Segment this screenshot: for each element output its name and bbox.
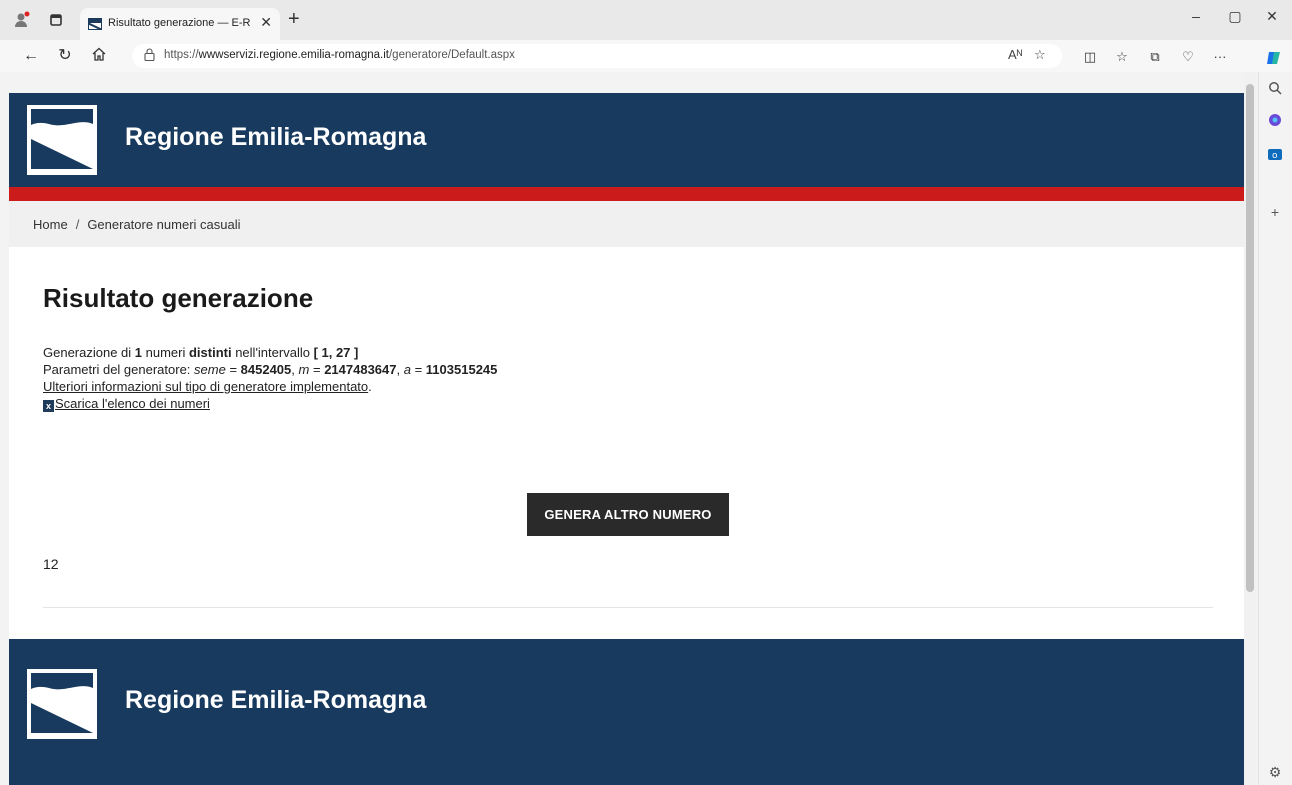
address-bar[interactable]: https://wwwservizi.regione.emilia-romagn…	[132, 44, 1062, 68]
breadcrumb: Home / Generatore numeri casuali	[9, 201, 1245, 247]
lock-icon	[144, 48, 155, 64]
url-text: https://wwwservizi.regione.emilia-romagn…	[164, 49, 515, 61]
home-icon[interactable]	[88, 46, 110, 68]
header-accent-bar	[9, 187, 1245, 201]
tab-close-icon[interactable]: ✕	[260, 14, 272, 31]
eq-2: =	[309, 362, 325, 377]
params-prefix: Parametri del generatore:	[43, 362, 195, 377]
sidebar-outlook-icon[interactable]: o	[1265, 146, 1285, 166]
sidebar-copilot-icon[interactable]	[1265, 112, 1285, 132]
maximize-icon[interactable]: ▢	[1225, 8, 1245, 25]
page-viewport: Regione Emilia-Romagna Home / Generatore n…	[9, 72, 1245, 785]
sidebar-settings-icon[interactable]: ⚙	[1265, 762, 1285, 782]
read-aloud-icon[interactable]: Aᴺ	[1008, 47, 1022, 62]
profile-icon[interactable]	[12, 10, 32, 30]
tab-title: Risultato generazione — E-R Il po	[108, 17, 254, 29]
site-header: Regione Emilia-Romagna	[9, 93, 1245, 187]
favorite-star-icon[interactable]: ☆	[1034, 47, 1046, 63]
regione-logo-icon[interactable]	[27, 105, 97, 175]
m-label: m	[298, 362, 310, 377]
seed-value: 8452405	[240, 362, 292, 377]
url-path: /generatore/Default.aspx	[388, 49, 515, 61]
browser-essentials-icon[interactable]: ♡	[1178, 49, 1198, 65]
minimize-icon[interactable]: –	[1186, 8, 1206, 24]
summary-kind: distinti	[188, 345, 232, 360]
generate-another-button[interactable]: GENERA ALTRO NUMERO	[527, 493, 729, 536]
url-host: wwwservizi.regione.emilia-romagna.it	[198, 49, 389, 61]
a-label: a	[403, 362, 411, 377]
summary-mid1: numeri	[142, 345, 189, 360]
generated-number: 12	[43, 556, 59, 572]
footer-brand-title[interactable]: Regione Emilia-Romagna	[125, 686, 426, 715]
browser-toolbar: ← ↻ https://wwwservizi.regione.emilia-ro…	[0, 40, 1292, 72]
page-top-gap	[9, 72, 1245, 93]
svg-text:o: o	[1272, 151, 1278, 161]
eq-3: =	[410, 362, 426, 377]
back-icon[interactable]: ←	[20, 46, 42, 68]
generator-params: Parametri del generatore: seme = 8452405…	[43, 361, 497, 378]
info-link-suffix: .	[368, 379, 372, 394]
new-tab-icon[interactable]: +	[288, 8, 300, 31]
page-scrollbar[interactable]	[1244, 72, 1256, 785]
url-prefix: https://	[164, 49, 199, 61]
summary-range: [ 1, 27 ]	[313, 345, 359, 360]
excel-file-icon: x	[43, 400, 54, 412]
footer-regione-logo-icon[interactable]	[27, 669, 97, 739]
summary-prefix: Generazione di	[43, 345, 135, 360]
close-window-icon[interactable]: ✕	[1262, 8, 1282, 25]
generation-summary: Generazione di 1 numeri distinti nell'in…	[43, 344, 497, 361]
generation-info: Generazione di 1 numeri distinti nell'in…	[43, 344, 497, 412]
seed-label: seme	[194, 362, 226, 377]
info-link-row: Ulteriori informazioni sul tipo di gener…	[43, 378, 497, 395]
sep-2: ,	[396, 362, 404, 377]
sep-1: ,	[291, 362, 299, 377]
refresh-icon[interactable]: ↻	[54, 46, 76, 68]
generator-info-link[interactable]: Ulteriori informazioni sul tipo di gener…	[43, 379, 368, 394]
browser-tab-active[interactable]: Risultato generazione — E-R Il po ✕	[80, 8, 280, 40]
page-title: Risultato generazione	[43, 283, 314, 313]
collections-icon[interactable]: ⧉	[1145, 49, 1165, 65]
m-value: 2147483647	[324, 362, 397, 377]
breadcrumb-current: Generatore numeri casuali	[87, 217, 241, 232]
breadcrumb-home[interactable]: Home	[33, 217, 68, 232]
tab-actions-icon[interactable]	[46, 10, 66, 30]
breadcrumb-separator: /	[75, 217, 80, 232]
eq-1: =	[225, 362, 241, 377]
copilot-icon[interactable]	[1264, 49, 1284, 70]
download-row: x Scarica l'elenco dei numeri	[43, 395, 497, 412]
a-value: 1103515245	[425, 362, 498, 377]
site-brand-title[interactable]: Regione Emilia-Romagna	[125, 123, 426, 152]
sidebar-search-icon[interactable]	[1265, 80, 1285, 100]
site-footer: Regione Emilia-Romagna	[9, 639, 1245, 785]
browser-tab-bar: Risultato generazione — E-R Il po ✕ + – …	[0, 0, 1292, 40]
site-favicon-icon	[88, 18, 102, 30]
summary-mid2: nell'intervallo	[231, 345, 314, 360]
download-numbers-link[interactable]: Scarica l'elenco dei numeri	[55, 396, 210, 411]
summary-count: 1	[134, 345, 143, 360]
favorites-icon[interactable]: ☆	[1112, 49, 1132, 65]
split-screen-icon[interactable]: ◫	[1080, 49, 1100, 65]
scrollbar-thumb[interactable]	[1246, 84, 1254, 592]
sidebar-add-icon[interactable]: +	[1265, 202, 1285, 222]
content-divider	[43, 607, 1213, 608]
browser-sidebar: o + ⚙	[1258, 72, 1292, 785]
more-menu-icon[interactable]: ···	[1210, 49, 1230, 64]
